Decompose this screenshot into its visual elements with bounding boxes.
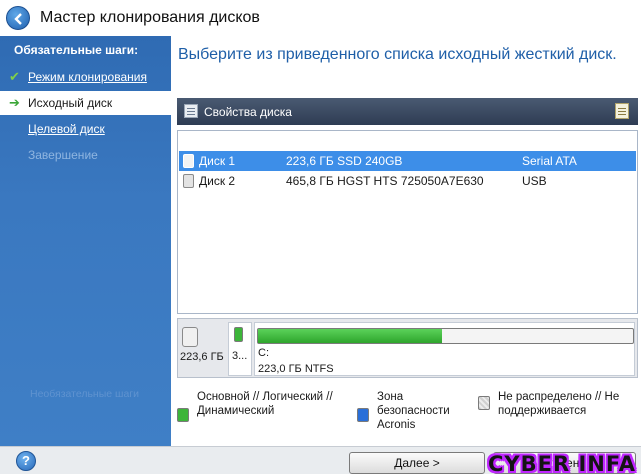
partition-size-fs: 223,0 ГБ NTFS	[258, 363, 334, 375]
disk-capacity-model: 223,6 ГБ SSD 240GB	[286, 154, 403, 168]
system-partition-block[interactable]: 3...	[228, 322, 252, 376]
hard-disk-icon	[183, 154, 194, 168]
wizard-steps-sidebar: Обязательные шаги: ✔ Режим клонирования …	[0, 36, 171, 446]
legend-swatch-unallocated	[478, 396, 490, 410]
partition-label: 3...	[232, 350, 248, 362]
step-label: Завершение	[28, 148, 98, 162]
partition-usage-bar	[234, 327, 243, 342]
partition-letter: C:	[258, 347, 269, 359]
partition-usage-fill	[258, 329, 442, 343]
step-label: Целевой диск	[28, 122, 105, 136]
hard-disk-icon	[182, 327, 198, 347]
legend-label: Не распределено // Не поддерживается	[498, 391, 620, 417]
step-clone-mode[interactable]: ✔ Режим клонирования	[0, 65, 171, 89]
disk-partition-map: 223,6 ГБ 3... C: 223,0 ГБ NTFS	[177, 318, 638, 378]
disk-list[interactable]: Диск 1 223,6 ГБ SSD 240GB Serial ATA Дис…	[177, 130, 638, 314]
optional-steps-heading: Необязательные шаги	[30, 388, 139, 400]
back-arrow-icon[interactable]	[6, 6, 30, 30]
step-target-disk[interactable]: Целевой диск	[0, 117, 171, 141]
hard-disk-icon	[183, 174, 194, 188]
properties-icon[interactable]	[184, 104, 198, 118]
partition-usage-track	[257, 328, 634, 344]
disk-capacity-model: 465,8 ГБ HGST HTS 725050A7E630	[286, 174, 484, 188]
instruction-heading: Выберите из приведенного списка исходный…	[178, 46, 617, 63]
disk-interface: Serial ATA	[522, 154, 577, 168]
disk-size: 223,6 ГБ	[180, 351, 224, 363]
notes-icon[interactable]	[615, 103, 629, 119]
disk-row-1[interactable]: Диск 1 223,6 ГБ SSD 240GB Serial ATA	[179, 151, 636, 171]
step-source-disk[interactable]: ➔ Исходный диск	[0, 91, 171, 115]
disk-interface: USB	[522, 174, 547, 188]
legend-swatch-primary	[177, 408, 189, 422]
title-bar: Мастер клонирования дисков	[0, 0, 641, 36]
step-finish: Завершение	[0, 143, 171, 167]
current-step-arrow-icon: ➔	[9, 95, 20, 110]
legend-label: Зона безопасности Acronis	[377, 391, 450, 431]
disk-name: Диск 2	[199, 174, 236, 188]
legend-label: Основной // Логический // Динамический	[197, 391, 333, 417]
partition-c-block[interactable]: C: 223,0 ГБ NTFS	[254, 322, 635, 376]
window-title: Мастер клонирования дисков	[40, 9, 260, 26]
disk-properties-toolbar: Свойства диска	[177, 98, 638, 125]
next-button[interactable]: Далее >	[349, 452, 485, 474]
disk-name: Диск 1	[199, 154, 236, 168]
legend-swatch-acronis	[357, 408, 369, 422]
step-label: Режим клонирования	[28, 70, 147, 84]
disk-row-2[interactable]: Диск 2 465,8 ГБ HGST HTS 725050A7E630 US…	[179, 171, 636, 191]
disk-properties-button[interactable]: Свойства диска	[204, 105, 292, 119]
checkmark-icon: ✔	[9, 69, 20, 84]
required-steps-heading: Обязательные шаги:	[14, 43, 139, 57]
step-label: Исходный диск	[28, 96, 113, 110]
help-icon[interactable]: ?	[16, 451, 36, 471]
watermark-logo: CYBER INFA	[488, 452, 637, 474]
